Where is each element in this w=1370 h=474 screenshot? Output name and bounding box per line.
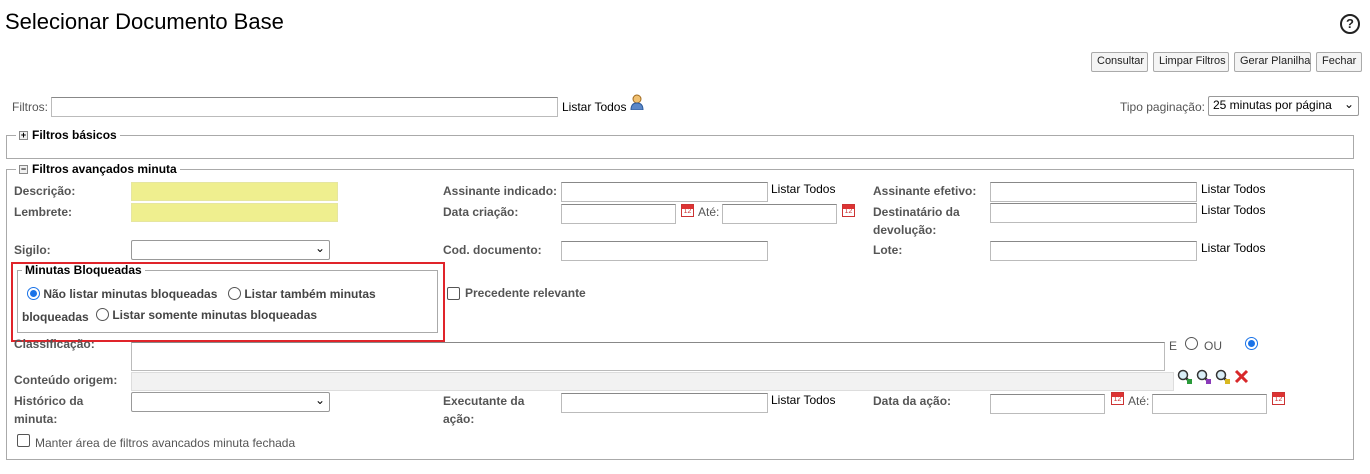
data-criacao-label: Data criação: xyxy=(443,205,519,219)
filtros-label: Filtros: xyxy=(12,100,48,114)
tipo-paginacao-select[interactable]: 25 minutas por página ⌄ xyxy=(1208,96,1359,116)
expand-icon[interactable]: + xyxy=(19,131,28,140)
classificacao-input[interactable] xyxy=(131,342,1165,371)
chevron-down-icon: ⌄ xyxy=(314,393,325,407)
tipo-paginacao-label: Tipo paginação: xyxy=(1120,100,1205,114)
manter-fechada-checkbox[interactable] xyxy=(17,434,30,447)
executante-acao-input[interactable] xyxy=(561,393,768,413)
page-title: Selecionar Documento Base xyxy=(5,9,284,34)
filtros-input[interactable] xyxy=(51,97,558,117)
tipo-paginacao-value: 25 minutas por página xyxy=(1213,98,1332,112)
help-icon[interactable]: ? xyxy=(1340,14,1360,34)
assinante-efetivo-input[interactable] xyxy=(990,182,1197,202)
clear-icon[interactable] xyxy=(1234,369,1249,387)
destinatario-label-1: Destinatário da xyxy=(873,205,960,219)
assinante-indicado-listar-todos-link[interactable]: Listar Todos xyxy=(771,182,835,196)
data-acao-inicio-input[interactable] xyxy=(990,394,1105,414)
collapse-icon[interactable]: − xyxy=(19,165,28,174)
filtros-avancados-title: Filtros avançados minuta xyxy=(32,162,177,176)
precedente-relevante-label: Precedente relevante xyxy=(465,286,586,300)
user-icon[interactable] xyxy=(629,94,645,111)
data-acao-ate-label: Até: xyxy=(1128,394,1150,408)
assinante-efetivo-listar-todos-link[interactable]: Listar Todos xyxy=(1201,182,1265,196)
calendar-icon[interactable]: 12 xyxy=(681,204,694,217)
destinatario-listar-todos-link[interactable]: Listar Todos xyxy=(1201,203,1265,217)
calendar-icon[interactable]: 12 xyxy=(842,204,855,217)
executante-listar-todos-link[interactable]: Listar Todos xyxy=(771,393,835,407)
data-criacao-inicio-input[interactable] xyxy=(561,204,676,224)
search-document-icon[interactable] xyxy=(1215,369,1231,388)
filtros-basicos-fieldset xyxy=(6,135,1354,159)
historico-label-1: Histórico da xyxy=(14,394,84,408)
descricao-input[interactable] xyxy=(131,182,338,201)
radio-e[interactable] xyxy=(1185,337,1198,350)
cod-documento-label: Cod. documento: xyxy=(443,243,542,257)
filtros-avancados-legend[interactable]: − Filtros avançados minuta xyxy=(16,162,180,176)
fechar-button[interactable]: Fechar xyxy=(1316,52,1362,72)
destinatario-devolucao-input[interactable] xyxy=(990,203,1197,223)
ate-label: Até: xyxy=(698,205,720,219)
gerar-planilha-button[interactable]: Gerar Planilha xyxy=(1234,52,1311,72)
e-label: E xyxy=(1169,339,1178,353)
lembrete-label: Lembrete: xyxy=(14,205,73,219)
classificacao-label: Classificação: xyxy=(14,337,95,351)
consultar-button[interactable]: Consultar xyxy=(1091,52,1148,72)
data-criacao-fim-input[interactable] xyxy=(722,204,837,224)
precedente-relevante-checkbox[interactable] xyxy=(447,287,460,300)
search-lens-icon[interactable] xyxy=(1177,369,1193,388)
historico-label-2: minuta: xyxy=(14,412,58,426)
lote-listar-todos-link[interactable]: Listar Todos xyxy=(1201,241,1265,255)
chevron-down-icon: ⌄ xyxy=(1343,97,1354,111)
descricao-label: Descrição: xyxy=(14,184,76,198)
executante-label-1: Executante da xyxy=(443,394,525,408)
lote-input[interactable] xyxy=(990,241,1197,261)
chevron-down-icon: ⌄ xyxy=(314,241,325,255)
sigilo-label: Sigilo: xyxy=(14,243,51,257)
limpar-filtros-button[interactable]: Limpar Filtros xyxy=(1153,52,1229,72)
cod-documento-input[interactable] xyxy=(561,241,768,261)
assinante-indicado-label: Assinante indicado: xyxy=(443,184,558,198)
data-acao-label: Data da ação: xyxy=(873,394,952,408)
executante-label-2: ação: xyxy=(443,412,475,426)
sigilo-select[interactable]: ⌄ xyxy=(131,240,330,260)
manter-fechada-label: Manter área de filtros avancados minuta … xyxy=(35,436,296,450)
calendar-icon[interactable]: 12 xyxy=(1272,392,1285,405)
conteudo-origem-label: Conteúdo origem: xyxy=(14,373,118,387)
lote-label: Lote: xyxy=(873,243,903,257)
filtros-basicos-title: Filtros básicos xyxy=(32,128,117,142)
destinatario-label-2: devolução: xyxy=(873,223,937,237)
filtros-listar-todos-link[interactable]: Listar Todos xyxy=(562,100,626,114)
search-model-icon[interactable] xyxy=(1196,369,1212,388)
historico-minuta-select[interactable]: ⌄ xyxy=(131,392,330,412)
assinante-efetivo-label: Assinante efetivo: xyxy=(873,184,977,198)
ou-label: OU xyxy=(1204,339,1222,353)
calendar-icon[interactable]: 12 xyxy=(1111,392,1124,405)
lembrete-input[interactable] xyxy=(131,203,338,222)
conteudo-origem-input[interactable] xyxy=(131,372,1174,391)
filtros-basicos-legend[interactable]: + Filtros básicos xyxy=(16,128,120,142)
highlight-box xyxy=(11,262,445,342)
data-acao-fim-input[interactable] xyxy=(1152,394,1267,414)
assinante-indicado-input[interactable] xyxy=(561,182,768,202)
